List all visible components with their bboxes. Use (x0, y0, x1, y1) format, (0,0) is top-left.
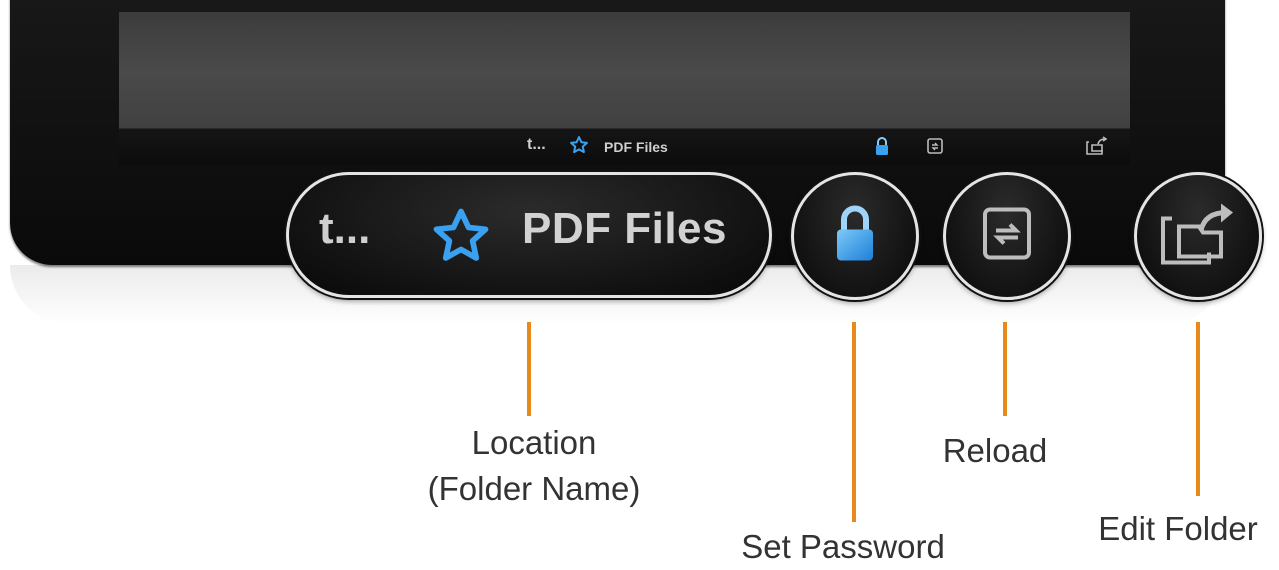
reload-label: Reload (942, 432, 1048, 469)
set-password-label: Set Password (741, 528, 945, 565)
set-password-button[interactable] (791, 172, 919, 300)
mini-toolbar: t... PDF Files (119, 128, 1130, 165)
reload-icon (981, 207, 1033, 266)
location-label: Location (Folder Name) (404, 420, 664, 512)
mini-star-icon[interactable] (569, 135, 589, 158)
location-label-title: Location (471, 424, 597, 461)
mini-folder-title: PDF Files (604, 139, 668, 155)
mini-lock-icon[interactable] (875, 136, 889, 159)
edit-folder-icon (1159, 201, 1237, 272)
location-callout-line (527, 322, 531, 416)
mini-up-button[interactable]: t... (527, 136, 546, 154)
mini-edit-folder-icon[interactable] (1085, 136, 1109, 159)
location-label-subtitle: (Folder Name) (427, 470, 641, 508)
edit-folder-callout-line (1196, 322, 1200, 496)
location-pill[interactable]: t... PDF Files (286, 172, 772, 298)
folder-title: PDF Files (522, 204, 727, 253)
set-password-callout-line (852, 322, 856, 522)
star-icon[interactable] (429, 205, 493, 272)
edit-folder-button[interactable] (1134, 172, 1262, 300)
reload-callout-line (1003, 322, 1007, 416)
edit-folder-label: Edit Folder (1098, 510, 1258, 547)
reload-button[interactable] (943, 172, 1071, 300)
lock-icon (835, 205, 875, 268)
mini-reload-icon[interactable] (926, 137, 944, 158)
up-arrow-icon[interactable]: t... (319, 207, 370, 251)
device-screen: t... PDF Files (119, 12, 1130, 165)
